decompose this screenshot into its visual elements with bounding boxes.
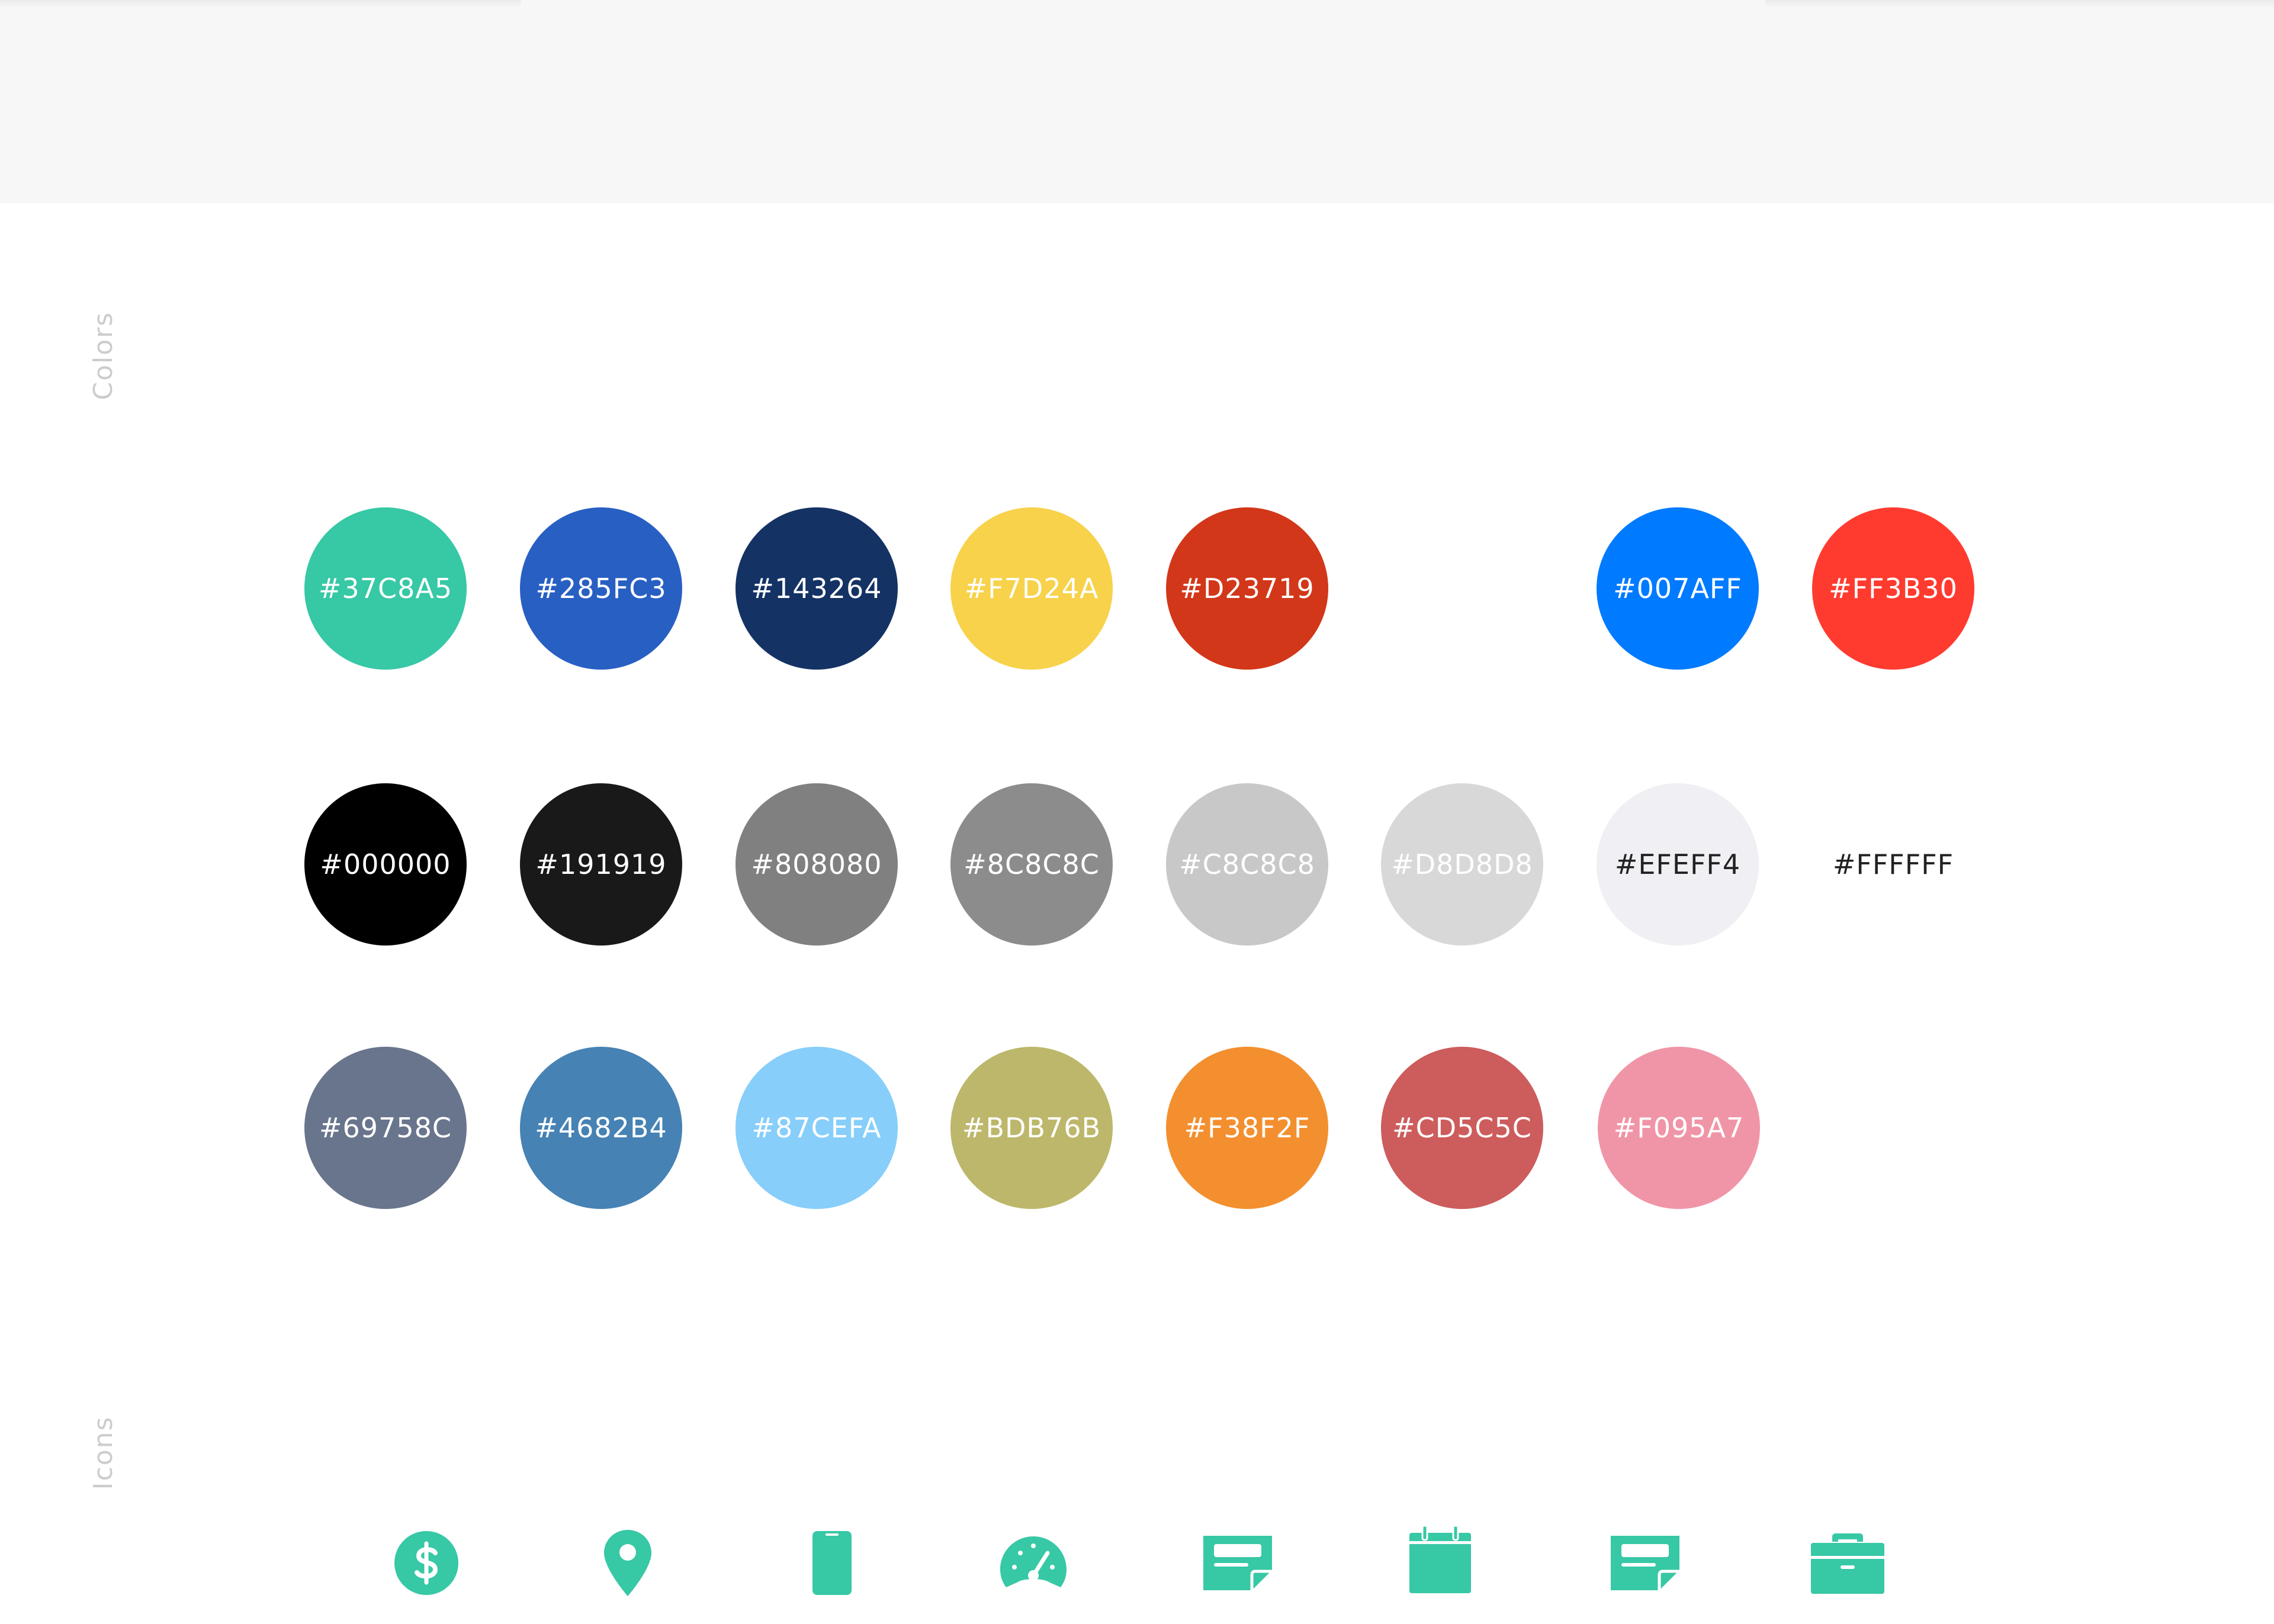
color-swatch: #285FC3 [520, 507, 682, 670]
color-swatch: #F7D24A [950, 507, 1113, 670]
location-pin-icon [586, 1527, 669, 1599]
color-swatch: #37C8A5 [304, 507, 467, 670]
color-swatch: #F38F2F [1166, 1047, 1328, 1209]
color-swatch: #EFEFF4 [1597, 783, 1759, 946]
note-card-icon [1604, 1527, 1687, 1599]
color-swatch: #8C8C8C [950, 783, 1113, 946]
color-swatch: #143264 [735, 507, 898, 670]
mobile-phone-icon [791, 1527, 873, 1599]
header-band [0, 0, 2274, 203]
color-swatch: #FF3B30 [1812, 507, 1974, 670]
color-swatch: #FFFFFF [1812, 783, 1974, 946]
color-swatch: #F095A7 [1598, 1047, 1760, 1209]
color-swatch: #4682B4 [520, 1047, 682, 1209]
color-swatch: #BDB76B [950, 1047, 1113, 1209]
color-swatch: #808080 [735, 783, 898, 946]
header-shadow-left [0, 0, 521, 8]
color-swatch: #191919 [520, 783, 682, 946]
color-swatch: #CD5C5C [1381, 1047, 1543, 1209]
header-shadow-right [1765, 0, 2274, 8]
calendar-icon [1399, 1525, 1482, 1596]
dollar-icon [385, 1527, 468, 1599]
speedometer-icon [992, 1527, 1075, 1599]
color-swatch: #D8D8D8 [1381, 783, 1543, 946]
color-swatch: #000000 [304, 783, 467, 946]
color-swatch: #69758C [304, 1047, 467, 1209]
color-swatch: #C8C8C8 [1166, 783, 1328, 946]
briefcase-icon [1806, 1527, 1889, 1599]
color-swatch: #87CEFA [735, 1047, 898, 1209]
note-card-icon [1196, 1527, 1279, 1599]
color-swatch: #D23719 [1166, 507, 1328, 670]
color-swatch: #007AFF [1597, 507, 1759, 670]
section-label-colors: Colors [88, 311, 118, 400]
section-label-icons: Icons [88, 1416, 118, 1490]
